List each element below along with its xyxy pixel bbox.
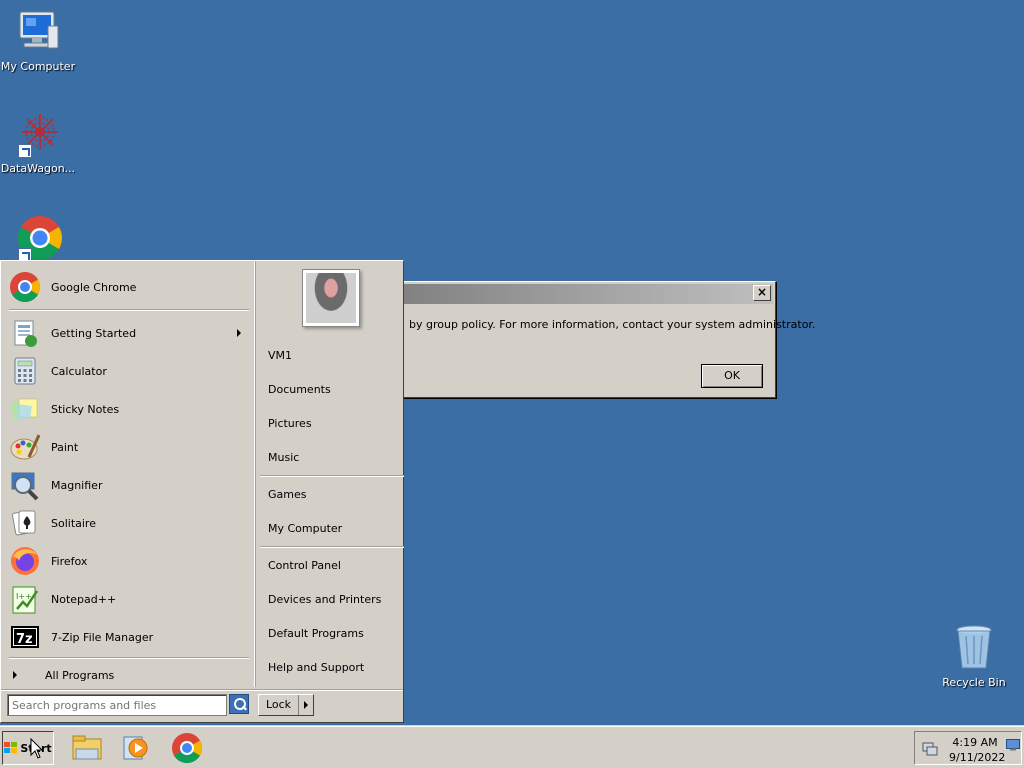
desktop-icon-label: My Computer xyxy=(0,60,76,73)
start-item-label: Notepad++ xyxy=(51,592,117,606)
paint-icon xyxy=(9,431,41,463)
start-menu: Google Chrome Getting Started Calculator… xyxy=(0,260,404,723)
user-avatar xyxy=(306,273,356,323)
tray-time: 4:19 AM xyxy=(952,736,998,749)
places-separator xyxy=(260,475,404,477)
start-item-google-chrome[interactable]: Google Chrome xyxy=(9,269,249,305)
start-button[interactable]: Start xyxy=(2,731,54,765)
shortcut-arrow-icon xyxy=(18,144,32,158)
tray-clock[interactable]: 4:19 AM 9/11/2022 xyxy=(949,735,1006,765)
taskbar: Start 4:19 A xyxy=(0,726,1024,768)
start-link-pictures[interactable]: Pictures xyxy=(268,417,312,430)
dialog-ok-button[interactable]: OK xyxy=(701,364,763,388)
places-separator xyxy=(260,546,404,548)
notepad-plus-plus-badge: I++ xyxy=(16,592,32,601)
7zip-badge: 7z xyxy=(16,632,33,647)
start-item-label: Solitaire xyxy=(51,516,96,530)
start-menu-separator xyxy=(9,309,249,311)
start-link-default-programs[interactable]: Default Programs xyxy=(268,627,364,640)
dialog-titlebar[interactable]: × xyxy=(397,284,773,304)
start-link-documents[interactable]: Documents xyxy=(268,383,331,396)
search-icon[interactable] xyxy=(229,694,249,714)
start-item-solitaire[interactable]: Solitaire xyxy=(9,505,249,541)
sticky-notes-icon xyxy=(9,393,41,425)
solitaire-icon xyxy=(9,507,41,539)
computer-icon xyxy=(14,8,62,56)
calculator-icon xyxy=(9,355,41,387)
dialog-message: by group policy. For more information, c… xyxy=(409,318,816,331)
search-input[interactable] xyxy=(7,694,227,716)
notepad-plus-plus-icon: I++ xyxy=(9,583,41,615)
desktop-icon-datawagon[interactable]: DataWagon... xyxy=(0,110,78,175)
show-desktop-icon[interactable] xyxy=(1006,739,1020,754)
desktop-icon-my-computer[interactable]: My Computer xyxy=(0,8,78,73)
desktop-icon-label: Recycle Bin xyxy=(942,676,1006,689)
desktop-icon-chrome[interactable] xyxy=(0,214,78,266)
taskbar-explorer-icon[interactable] xyxy=(70,731,104,765)
all-programs-label: All Programs xyxy=(45,668,115,682)
policy-dialog: × by group policy. For more information,… xyxy=(394,281,815,398)
start-link-help-and-support[interactable]: Help and Support xyxy=(268,661,364,674)
getting-started-icon xyxy=(9,317,41,349)
magnifier-icon xyxy=(9,469,41,501)
start-link-my-computer[interactable]: My Computer xyxy=(268,522,342,535)
start-item-getting-started[interactable]: Getting Started xyxy=(9,315,249,351)
datawagon-icon xyxy=(14,110,62,158)
start-item-label: Calculator xyxy=(51,364,107,378)
start-item-label: Getting Started xyxy=(51,326,137,340)
start-item-calculator[interactable]: Calculator xyxy=(9,353,249,389)
start-link-devices-and-printers[interactable]: Devices and Printers xyxy=(268,593,381,606)
start-item-paint[interactable]: Paint xyxy=(9,429,249,465)
windows-logo-icon xyxy=(4,742,18,754)
start-item-label: Paint xyxy=(51,440,79,454)
recycle-bin-icon xyxy=(950,624,998,672)
lock-button-label: Lock xyxy=(259,695,299,715)
start-item-label: Firefox xyxy=(51,554,88,568)
submenu-arrow-icon xyxy=(237,329,241,337)
start-menu-programs-pane: Google Chrome Getting Started Calculator… xyxy=(3,263,253,687)
dialog-close-button[interactable]: × xyxy=(753,285,771,301)
taskbar-media-player-icon[interactable] xyxy=(120,731,154,765)
desktop-icon-recycle-bin[interactable]: Recycle Bin xyxy=(934,624,1014,689)
lock-button[interactable]: Lock xyxy=(258,694,314,716)
chrome-icon xyxy=(14,214,62,262)
start-item-sticky-notes[interactable]: Sticky Notes xyxy=(9,391,249,427)
start-item-7zip[interactable]: 7z 7-Zip File Manager xyxy=(9,619,249,655)
start-menu-bottom-bar: Lock xyxy=(1,689,403,722)
start-item-label: Sticky Notes xyxy=(51,402,120,416)
start-link-vm1[interactable]: VM1 xyxy=(268,349,292,362)
desktop-icon-label: DataWagon... xyxy=(0,162,76,175)
start-item-notepad-plus-plus[interactable]: I++ Notepad++ xyxy=(9,581,249,617)
all-programs-button[interactable]: All Programs xyxy=(13,666,249,684)
taskbar-chrome-icon[interactable] xyxy=(170,731,204,765)
start-link-music[interactable]: Music xyxy=(268,451,299,464)
start-link-games[interactable]: Games xyxy=(268,488,306,501)
start-item-label: Magnifier xyxy=(51,478,103,492)
start-menu-places-pane: VM1 Documents Pictures Music Games My Co… xyxy=(255,261,404,687)
user-picture[interactable] xyxy=(302,269,360,327)
start-item-magnifier[interactable]: Magnifier xyxy=(9,467,249,503)
start-item-firefox[interactable]: Firefox xyxy=(9,543,249,579)
7zip-icon: 7z xyxy=(9,621,41,653)
start-item-label: Google Chrome xyxy=(51,280,137,294)
lock-options-arrow-icon[interactable] xyxy=(304,701,308,709)
start-menu-separator xyxy=(9,657,249,659)
start-item-label: 7-Zip File Manager xyxy=(51,630,154,644)
expand-arrow-icon xyxy=(13,671,17,679)
network-icon[interactable] xyxy=(921,740,939,761)
tray-date: 9/11/2022 xyxy=(949,751,1006,764)
firefox-icon xyxy=(9,545,41,577)
start-link-control-panel[interactable]: Control Panel xyxy=(268,559,341,572)
mouse-cursor-icon xyxy=(30,738,44,759)
chrome-icon xyxy=(9,271,41,303)
